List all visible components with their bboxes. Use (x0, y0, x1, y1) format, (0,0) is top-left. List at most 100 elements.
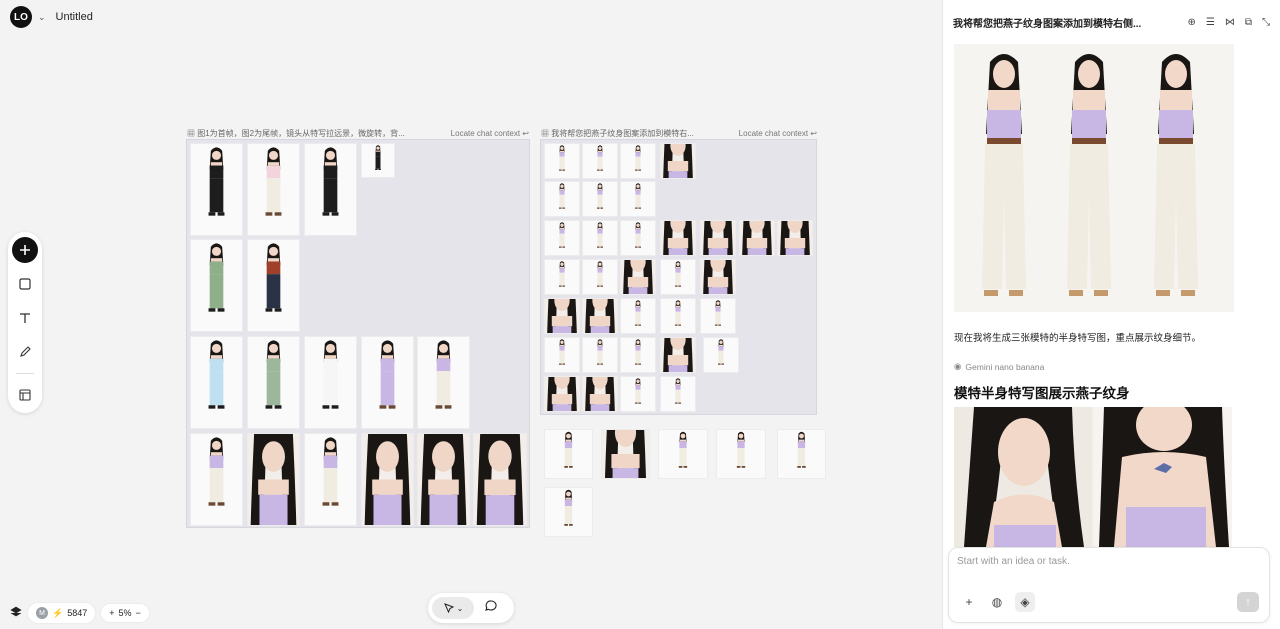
cursor-icon (443, 603, 454, 614)
canvas-image[interactable] (660, 376, 696, 412)
canvas-image[interactable] (473, 433, 527, 526)
canvas-image[interactable] (544, 487, 593, 537)
canvas-image[interactable] (544, 376, 580, 412)
zoom-control: + 5% − (101, 604, 149, 622)
chevron-down-icon[interactable]: ⌄ (38, 12, 46, 23)
rectangle-icon (19, 278, 31, 290)
canvas-image[interactable] (777, 429, 826, 479)
credits-count: 5847 (67, 608, 88, 618)
chat-composer: + ◍ ◈ ↑ (948, 547, 1270, 623)
document-title[interactable]: Untitled (56, 11, 93, 23)
comment-button[interactable] (484, 599, 498, 618)
canvas-image[interactable] (700, 259, 736, 295)
canvas-image[interactable] (544, 429, 593, 479)
canvas-image[interactable] (660, 337, 696, 373)
canvas-image[interactable] (247, 433, 300, 526)
select-tool[interactable]: ⌄ (432, 597, 474, 619)
canvas-image[interactable] (544, 298, 580, 334)
frame-title[interactable]: 我将帮您把燕子纹身图案添加到模特右... (551, 129, 694, 138)
send-button[interactable]: ↑ (1237, 592, 1259, 612)
zoom-level: 5% (118, 608, 132, 618)
canvas-image[interactable] (247, 336, 300, 429)
canvas-image[interactable] (304, 143, 357, 236)
cube-icon[interactable]: ◈ (1015, 592, 1035, 612)
eye-icon: ◉ (954, 361, 962, 371)
text-tool[interactable] (12, 305, 38, 331)
canvas-image[interactable] (601, 429, 650, 479)
canvas-image[interactable] (620, 298, 656, 334)
share-icon[interactable]: ⋈ (1225, 17, 1235, 28)
canvas-image[interactable] (777, 220, 813, 256)
canvas-image[interactable] (620, 220, 656, 256)
frame-title[interactable]: 图1为首帧，图2为尾帧，镜头从特写拉远景，微旋转，背... (197, 129, 405, 138)
canvas-image[interactable] (190, 239, 243, 332)
zoom-in-button[interactable]: + (109, 608, 114, 618)
locate-chat-context-link[interactable]: Locate chat context ↩ (739, 129, 817, 138)
canvas-image[interactable] (582, 181, 618, 217)
canvas-image[interactable] (544, 259, 580, 295)
credits-pill[interactable]: M ⚡ 5847 (28, 603, 96, 623)
canvas-image[interactable] (544, 143, 580, 179)
layout-tool[interactable] (12, 382, 38, 408)
canvas-image[interactable] (190, 433, 243, 526)
canvas-image[interactable] (620, 337, 656, 373)
new-chat-icon[interactable]: ⊕ (1188, 17, 1196, 28)
canvas-image[interactable] (658, 429, 708, 479)
canvas-image[interactable] (361, 336, 414, 429)
pencil-tool[interactable] (12, 339, 38, 365)
canvas-image[interactable] (417, 433, 470, 526)
canvas-image[interactable] (582, 337, 618, 373)
chevron-down-icon: ⌄ (456, 603, 464, 613)
canvas-image[interactable] (716, 429, 766, 479)
export-icon[interactable]: ⧉ (1245, 17, 1252, 28)
canvas-image[interactable] (582, 376, 618, 412)
chat-input[interactable] (957, 556, 1257, 567)
canvas-image[interactable] (703, 337, 739, 373)
collapse-icon[interactable]: ⤡ (1262, 17, 1270, 28)
logo-icon[interactable]: LO (10, 6, 32, 28)
globe-icon[interactable]: ◍ (987, 592, 1007, 612)
canvas-image[interactable] (582, 259, 618, 295)
canvas-image[interactable] (190, 143, 243, 236)
canvas-image[interactable] (304, 433, 357, 526)
generated-image-full-body[interactable] (954, 44, 1234, 312)
canvas-image[interactable] (582, 298, 618, 334)
add-button[interactable] (12, 237, 38, 263)
canvas-image[interactable] (700, 298, 736, 334)
canvas-image[interactable] (620, 376, 656, 412)
layers-icon[interactable] (10, 606, 22, 620)
canvas-image[interactable] (304, 336, 357, 429)
canvas-image[interactable] (739, 220, 775, 256)
rectangle-tool[interactable] (12, 271, 38, 297)
attach-icon[interactable]: + (959, 592, 979, 612)
canvas-image[interactable] (582, 143, 618, 179)
canvas-image[interactable] (544, 181, 580, 217)
lightning-icon: ⚡ (52, 607, 64, 618)
locate-chat-context-link[interactable]: Locate chat context ↩ (451, 129, 529, 138)
canvas-image[interactable] (361, 433, 414, 526)
canvas-image[interactable] (660, 220, 696, 256)
canvas-image[interactable] (660, 298, 696, 334)
canvas-image[interactable] (582, 220, 618, 256)
generated-image-half-body[interactable] (954, 407, 1232, 547)
canvas-image[interactable] (544, 220, 580, 256)
canvas-image[interactable] (190, 336, 243, 429)
canvas-image[interactable] (660, 259, 696, 295)
canvas-image[interactable] (660, 143, 696, 179)
canvas-image[interactable] (544, 337, 580, 373)
canvas-image[interactable] (247, 143, 300, 236)
chat-panel: 我将帮您把燕子纹身图案添加到模特右侧... ⊕ ☰ ⋈ ⧉ ⤡ 现在我将生成三张… (942, 0, 1280, 629)
canvas-image[interactable] (247, 239, 300, 332)
canvas-image[interactable] (620, 181, 656, 217)
chat-title: 我将帮您把燕子纹身图案添加到模特右侧... (953, 18, 1142, 30)
grid-icon: ▦ (187, 129, 195, 138)
canvas-image[interactable] (417, 336, 470, 429)
zoom-out-button[interactable]: − (136, 608, 141, 618)
avatar: M (36, 607, 48, 619)
canvas-image[interactable] (620, 259, 656, 295)
text-icon (20, 313, 30, 323)
canvas-image[interactable] (700, 220, 736, 256)
canvas-image[interactable] (361, 143, 395, 178)
history-icon[interactable]: ☰ (1206, 17, 1215, 28)
canvas-image[interactable] (620, 143, 656, 179)
